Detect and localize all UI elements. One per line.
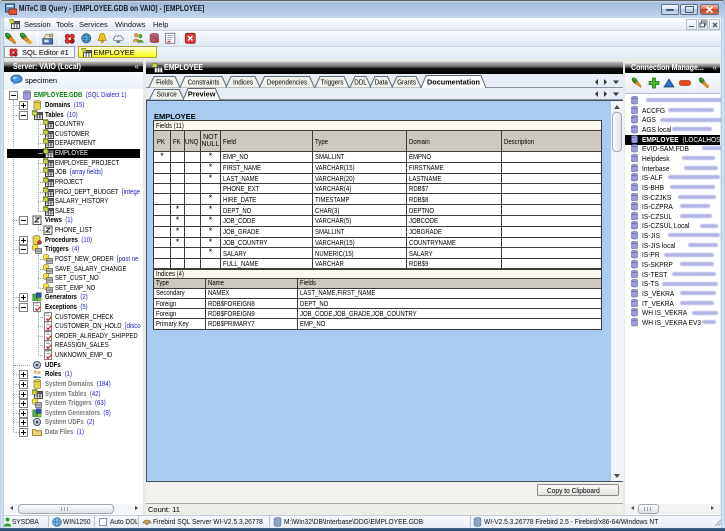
svg-text:Grants: Grants	[397, 78, 416, 87]
svg-text:Indices: Indices	[233, 78, 253, 87]
svg-text:Preview: Preview	[188, 90, 216, 99]
svg-text:Source: Source	[157, 90, 177, 99]
svg-text:Constraints: Constraints	[188, 78, 220, 87]
svg-text:Fields: Fields	[156, 78, 173, 87]
svg-text:Documentation: Documentation	[427, 78, 480, 87]
svg-text:Data: Data	[375, 78, 389, 87]
svg-text:Dependencies: Dependencies	[267, 78, 308, 87]
svg-text:Triggers: Triggers	[321, 78, 344, 87]
svg-text:DDL: DDL	[354, 78, 367, 87]
